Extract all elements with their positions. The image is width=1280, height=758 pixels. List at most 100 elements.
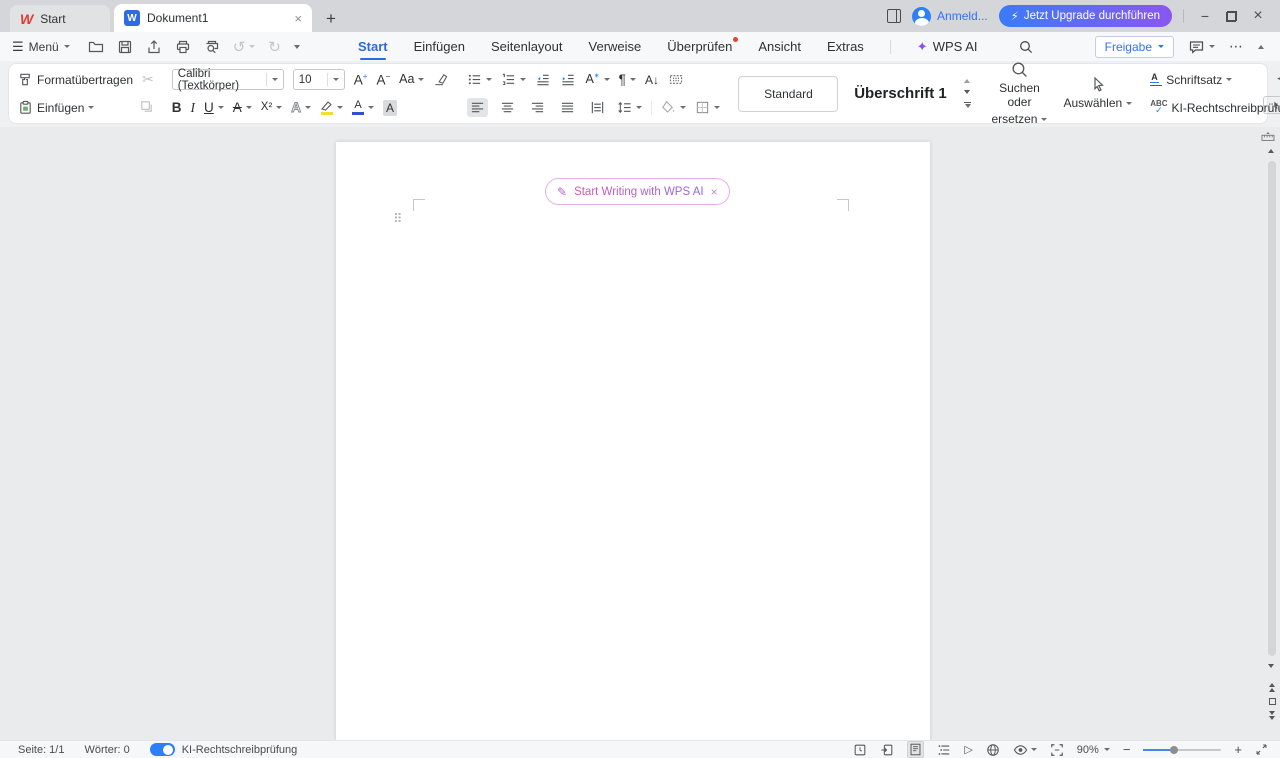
scroll-down-icon[interactable] <box>1268 664 1274 668</box>
paragraph-drag-handle-icon[interactable]: ⠿ <box>393 212 401 227</box>
shading-button[interactable] <box>661 100 686 115</box>
style-scroll-down-icon[interactable] <box>964 90 970 94</box>
spellcheck-toggle[interactable] <box>150 743 175 756</box>
signin-link[interactable]: Anmeld... <box>937 9 988 23</box>
underline-button[interactable]: U <box>204 101 224 115</box>
next-page-button[interactable] <box>1269 711 1275 720</box>
justify-button[interactable] <box>557 98 578 117</box>
show-marks-button[interactable]: ¶ <box>619 73 636 87</box>
font-color-button[interactable]: A <box>352 100 374 115</box>
word-count-label[interactable]: Wörter: 0 <box>84 744 129 756</box>
menu-button[interactable]: ☰ Menü <box>0 39 70 55</box>
share-button[interactable]: Freigabe <box>1095 36 1174 58</box>
previous-page-button[interactable] <box>1269 683 1275 692</box>
ai-spellcheck-button[interactable]: ABC✓ KI-Rechtschreibprüfung <box>1150 100 1280 115</box>
close-tab-icon[interactable]: × <box>294 11 302 26</box>
read-mode-button[interactable] <box>880 743 894 757</box>
tab-wps-ai[interactable]: ✦ WPS AI <box>917 39 978 55</box>
page-count-label[interactable]: Seite: 1/1 <box>18 744 64 756</box>
close-window-button[interactable]: × <box>1248 7 1268 25</box>
autoplay-button[interactable]: ▷ <box>964 743 972 756</box>
graduation-cap-icon[interactable] <box>1276 73 1280 88</box>
decrease-indent-icon[interactable] <box>535 72 551 87</box>
sidebar-toggle-icon[interactable] <box>887 9 901 23</box>
text-boundaries-icon[interactable] <box>668 72 684 87</box>
tab-extras[interactable]: Extras <box>827 32 864 61</box>
web-layout-button[interactable] <box>986 743 1000 757</box>
search-icon[interactable] <box>1018 39 1034 55</box>
tab-einfuegen[interactable]: Einfügen <box>414 32 465 61</box>
zoom-level-button[interactable]: 90% <box>1077 744 1110 756</box>
change-case-button[interactable]: Aa <box>399 73 424 86</box>
zoom-slider-knob[interactable] <box>1170 746 1178 754</box>
character-shading-button[interactable]: A <box>383 100 397 116</box>
select-button[interactable]: Auswählen <box>1063 76 1132 111</box>
print-layout-view-button[interactable] <box>907 741 924 758</box>
task-window-button[interactable] <box>853 743 867 757</box>
paste-button[interactable]: Einfügen <box>18 100 94 115</box>
eye-protection-button[interactable] <box>1013 744 1037 756</box>
upgrade-button[interactable]: ⚡ Jetzt Upgrade durchführen <box>999 5 1172 27</box>
align-left-button[interactable] <box>467 98 488 117</box>
style-gallery-more-icon[interactable] <box>964 102 971 108</box>
bold-button[interactable]: B <box>172 101 182 115</box>
new-tab-button[interactable]: + <box>326 10 336 27</box>
tab-start[interactable]: Start <box>358 32 388 61</box>
increase-indent-icon[interactable] <box>560 72 576 87</box>
outline-view-button[interactable] <box>937 743 951 757</box>
more-options-button[interactable]: ⋯ <box>1229 38 1244 55</box>
scroll-up-icon[interactable] <box>1268 149 1274 153</box>
minimize-button[interactable]: − <box>1195 8 1215 24</box>
zoom-out-button[interactable]: − <box>1123 742 1131 757</box>
print-icon[interactable] <box>175 39 191 55</box>
zoom-slider[interactable] <box>1143 749 1221 751</box>
print-preview-icon[interactable] <box>204 39 220 55</box>
align-center-button[interactable] <box>497 98 518 117</box>
close-pill-icon[interactable]: × <box>711 185 718 199</box>
scrollbar-thumb[interactable] <box>1268 161 1276 656</box>
shrink-font-button[interactable]: A− <box>376 73 390 87</box>
strikethrough-button[interactable]: A <box>233 101 252 115</box>
fullscreen-button[interactable] <box>1255 743 1268 756</box>
font-name-select[interactable]: Calibri (Textkörper) <box>172 69 284 90</box>
tab-verweise[interactable]: Verweise <box>589 32 642 61</box>
italic-button[interactable]: I <box>191 101 196 115</box>
document-page[interactable]: ✎ Start Writing with WPS AI × ⠿ <box>336 142 930 740</box>
text-effects-button[interactable]: A <box>291 101 311 115</box>
phonetic-guide-button[interactable]: A✶ <box>585 73 609 86</box>
open-icon[interactable] <box>88 39 104 55</box>
style-standard[interactable]: Standard <box>738 76 838 112</box>
distribute-button[interactable] <box>587 98 608 117</box>
customize-toolbar-chevron-icon[interactable] <box>294 45 300 49</box>
find-replace-button[interactable]: Suchen oder ersetzen <box>991 60 1047 126</box>
avatar[interactable] <box>912 7 931 26</box>
align-right-button[interactable] <box>527 98 548 117</box>
numbering-button[interactable] <box>501 72 526 87</box>
ai-writing-pill[interactable]: ✎ Start Writing with WPS AI × <box>545 178 730 205</box>
select-browse-object-button[interactable] <box>1269 698 1276 705</box>
zoom-in-button[interactable]: + <box>1234 742 1242 757</box>
collapse-ribbon-icon[interactable] <box>1258 45 1264 49</box>
tab-seitenlayout[interactable]: Seitenlayout <box>491 32 563 61</box>
bullets-button[interactable] <box>467 72 492 87</box>
style-scroll-up-icon[interactable] <box>964 79 970 83</box>
format-painter-button[interactable]: Formatübertragen <box>18 72 133 87</box>
tab-ansicht[interactable]: Ansicht <box>758 32 801 61</box>
vertical-scrollbar[interactable] <box>1266 127 1278 740</box>
sort-button[interactable]: A↓ <box>645 74 659 86</box>
line-spacing-button[interactable] <box>617 100 642 115</box>
fit-page-button[interactable] <box>1050 743 1064 757</box>
clear-formatting-icon[interactable] <box>433 72 449 87</box>
highlight-button[interactable] <box>320 101 343 115</box>
style-heading1[interactable]: Überschrift 1 <box>842 76 958 112</box>
tab-wps-home[interactable]: W Start <box>10 5 110 32</box>
export-icon[interactable] <box>146 39 162 55</box>
save-icon[interactable] <box>117 39 133 55</box>
font-size-select[interactable]: 10 <box>293 69 345 90</box>
grow-font-button[interactable]: A+ <box>354 73 368 87</box>
comments-button[interactable] <box>1188 39 1215 55</box>
tab-ueberpruefen[interactable]: Überprüfen <box>667 32 732 61</box>
pick-tool-button[interactable] <box>1263 96 1280 114</box>
restore-window-button[interactable] <box>1226 11 1237 22</box>
font-scheme-button[interactable]: A Schriftsatz <box>1150 73 1232 87</box>
